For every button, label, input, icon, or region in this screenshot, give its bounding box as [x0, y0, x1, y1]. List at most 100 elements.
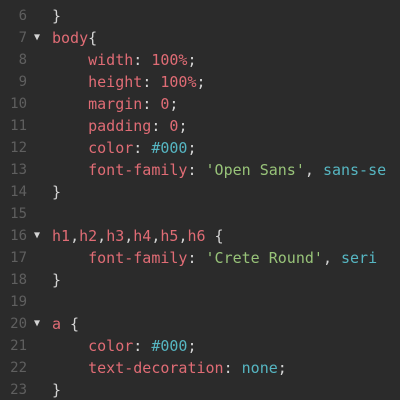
code-line[interactable]: 11 padding: 0;: [0, 115, 400, 137]
code-token-sel: h1: [52, 227, 71, 245]
fold-arrow-icon[interactable]: ▼: [34, 313, 40, 335]
code-text: }: [52, 5, 61, 27]
code-token-sel: h2: [79, 227, 98, 245]
code-text: height: 100%;: [52, 71, 206, 93]
code-line[interactable]: 15: [0, 203, 400, 225]
code-token-str: 'Crete Round': [205, 249, 323, 267]
code-token-sel: h5: [160, 227, 179, 245]
code-token-punc: ,: [70, 227, 80, 245]
code-token-punc: ;: [196, 73, 206, 91]
code-line[interactable]: 20 ▼ a {: [0, 313, 400, 335]
code-text: a {: [52, 313, 79, 335]
code-token-punc: {: [61, 315, 80, 333]
fold-arrow-icon[interactable]: ▼: [34, 225, 40, 247]
code-line[interactable]: 10 margin: 0;: [0, 93, 400, 115]
code-token-sel: a: [52, 315, 62, 333]
code-token-punc: :: [187, 161, 206, 179]
code-text: text-decoration: none;: [52, 357, 287, 379]
fold-arrow-icon[interactable]: ▼: [34, 27, 40, 49]
code-token-prop: height: [88, 73, 143, 91]
code-line[interactable]: 18}: [0, 269, 400, 291]
code-token-punc: ;: [187, 337, 197, 355]
line-number: 6: [18, 8, 27, 24]
code-editor[interactable]: 6} 7 ▼ body{8 width: 100%; 9 height: 100%; 10…: [0, 0, 400, 400]
code-text: }: [52, 269, 61, 291]
code-text: h1,h2,h3,h4,h5,h6 {: [52, 225, 224, 247]
code-token-punc: ;: [277, 359, 287, 377]
code-token-punc: :: [187, 249, 206, 267]
code-line[interactable]: 23}: [0, 379, 400, 400]
code-text: font-family: 'Crete Round', seri: [52, 247, 377, 269]
code-line[interactable]: 6}: [0, 5, 400, 27]
code-line[interactable]: 7 ▼ body{: [0, 27, 400, 49]
code-line[interactable]: 12 color: #000;: [0, 137, 400, 159]
code-text: body{: [52, 27, 97, 49]
code-text: }: [52, 379, 61, 400]
code-text: }: [52, 181, 61, 203]
code-token-prop: text-decoration: [88, 359, 224, 377]
code-token-punc: {: [88, 29, 98, 47]
code-line[interactable]: 14}: [0, 181, 400, 203]
code-token-punc: ;: [178, 117, 188, 135]
code-token-sel: body: [52, 29, 89, 47]
line-number: 9: [18, 74, 27, 90]
code-line[interactable]: 9 height: 100%;: [0, 71, 400, 93]
line-number: 21: [10, 338, 27, 354]
line-number: 8: [18, 52, 27, 68]
code-token-punc: :: [151, 117, 170, 135]
code-line[interactable]: 13 font-family: 'Open Sans', sans-se: [0, 159, 400, 181]
code-line[interactable]: 16 ▼ h1,h2,h3,h4,h5,h6 {: [0, 225, 400, 247]
code-text: padding: 0;: [52, 115, 187, 137]
code-text: color: #000;: [52, 137, 197, 159]
line-number: 15: [10, 206, 27, 222]
line-number: 18: [10, 272, 27, 288]
code-token-punc: }: [52, 7, 62, 25]
code-token-punc: :: [133, 337, 152, 355]
code-token-punc: ,: [97, 227, 107, 245]
code-token-prop: padding: [88, 117, 152, 135]
code-token-sel: h6: [187, 227, 206, 245]
code-token-punc: ;: [187, 139, 197, 157]
code-line[interactable]: 19: [0, 291, 400, 313]
code-token-punc: }: [52, 381, 62, 399]
code-token-punc: :: [133, 139, 152, 157]
code-token-punc: }: [52, 271, 62, 289]
code-line[interactable]: 8 width: 100%;: [0, 49, 400, 71]
code-line[interactable]: 17 font-family: 'Crete Round', seri: [0, 247, 400, 269]
code-token-punc: ;: [169, 95, 179, 113]
line-number: 13: [10, 162, 27, 178]
code-token-hex: #000: [151, 337, 188, 355]
code-token-prop: font-family: [88, 249, 188, 267]
code-token-prop: color: [88, 139, 134, 157]
line-number: 14: [10, 184, 27, 200]
code-token-punc: :: [142, 95, 161, 113]
code-text: font-family: 'Open Sans', sans-se: [52, 159, 386, 181]
line-number: 23: [10, 382, 27, 398]
line-number: 11: [10, 118, 27, 134]
code-text: color: #000;: [52, 335, 197, 357]
code-token-punc: :: [223, 359, 242, 377]
line-number: 17: [10, 250, 27, 266]
code-text: margin: 0;: [52, 93, 178, 115]
line-number: 20: [10, 316, 27, 332]
code-token-num: 100%: [160, 73, 197, 91]
code-line[interactable]: 22 text-decoration: none;: [0, 357, 400, 379]
code-token-sel: h3: [106, 227, 125, 245]
line-number: 19: [10, 294, 27, 310]
line-number: 12: [10, 140, 27, 156]
code-token-punc: :: [133, 51, 152, 69]
line-number: 22: [10, 360, 27, 376]
code-line[interactable]: 21 color: #000;: [0, 335, 400, 357]
code-token-punc: }: [52, 183, 62, 201]
code-token-prop: margin: [88, 95, 143, 113]
code-token-kw: sans-se: [322, 161, 387, 179]
